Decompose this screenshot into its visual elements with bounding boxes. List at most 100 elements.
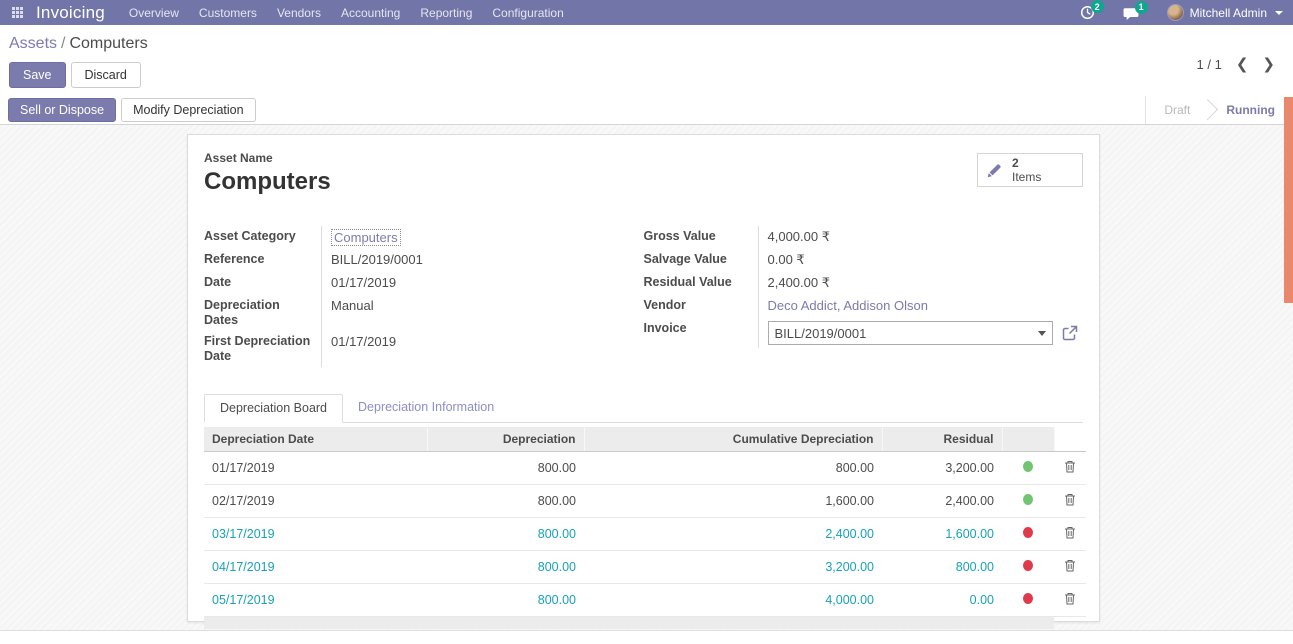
pager: 1 / 1 ❮ ❯ [1197,57,1275,72]
statusbar: Draft Running [1145,96,1293,124]
col-depreciation[interactable]: Depreciation [427,427,584,452]
date-label: Date [204,272,322,295]
messages-button[interactable]: 1 [1123,6,1139,20]
activities-badge: 2 [1091,0,1104,13]
trash-icon [1064,559,1076,572]
draft-state-dot [1023,560,1033,571]
top-navbar: Invoicing Overview Customers Vendors Acc… [0,0,1293,25]
notebook-tabs: Depreciation Board Depreciation Informat… [204,394,1083,423]
trash-icon [1064,493,1076,506]
depreciation-dates-label: Depreciation Dates [204,295,322,331]
first-depreciation-date-label: First Depreciation Date [204,331,322,367]
user-menu[interactable]: Mitchell Admin [1167,4,1283,21]
breadcrumb: Assets/Computers [9,35,1283,53]
date-field[interactable]: 01/17/2019 [322,272,396,295]
reference-label: Reference [204,249,322,272]
sell-or-dispose-button[interactable]: Sell or Dispose [8,98,116,122]
menu-overview[interactable]: Overview [119,0,189,25]
table-row[interactable]: 03/17/2019 800.00 2,400.00 1,600.00 [204,518,1086,551]
invoice-select[interactable]: BILL/2019/0001 [768,321,1053,345]
right-field-group: Gross Value 4,000.00 ₹ Salvage Value 0.0… [644,226,1084,367]
discard-button[interactable]: Discard [71,62,141,88]
breadcrumb-assets[interactable]: Assets [9,35,57,52]
table-footer [204,617,1086,629]
user-name: Mitchell Admin [1190,6,1267,20]
col-depreciation-date[interactable]: Depreciation Date [204,427,427,452]
top-menu: Overview Customers Vendors Accounting Re… [119,0,574,25]
depreciation-dates-field[interactable]: Manual [322,295,374,331]
trash-icon [1064,460,1076,473]
depreciation-board-table: Depreciation Date Depreciation Cumulativ… [204,427,1086,629]
asset-name-block: Asset Name Computers [204,151,331,196]
messages-badge: 1 [1135,1,1148,14]
page-footer [0,631,1293,644]
pager-prev-button[interactable]: ❮ [1236,58,1249,71]
first-depreciation-date-field[interactable]: 01/17/2019 [322,331,396,367]
grid-icon [12,7,23,18]
salvage-value-field[interactable]: 0.00 ₹ [759,249,805,272]
col-residual[interactable]: Residual [882,427,1002,452]
posted-state-dot [1023,494,1033,505]
table-row[interactable]: 02/17/2019 800.00 1,600.00 2,400.00 [204,485,1086,518]
scrollbar-thumb[interactable] [1284,97,1293,303]
chevron-down-icon [1275,11,1283,15]
reference-field[interactable]: BILL/2019/0001 [322,249,423,272]
items-count: 2 [1012,157,1041,169]
gross-value-field[interactable]: 4,000.00 ₹ [759,226,831,249]
col-actions [1054,427,1086,452]
table-row[interactable]: 01/17/2019 800.00 800.00 3,200.00 [204,452,1086,485]
invoice-label: Invoice [644,318,759,348]
items-label: Items [1012,171,1041,183]
user-avatar [1167,4,1184,21]
breadcrumb-current: Computers [69,35,147,52]
table-row[interactable]: 05/17/2019 800.00 4,000.00 0.00 [204,584,1086,617]
asset-form-sheet: Asset Name Computers 2 Items Asset Categ… [187,134,1100,622]
salvage-value-label: Salvage Value [644,249,759,272]
control-panel: Assets/Computers Save Discard 1 / 1 ❮ ❯ [0,25,1293,96]
table-header-row: Depreciation Date Depreciation Cumulativ… [204,427,1086,452]
external-link-icon[interactable] [1062,325,1078,341]
left-field-group: Asset Category Computers Reference BILL/… [204,226,644,367]
delete-row-button[interactable] [1064,460,1076,476]
asset-category-label: Asset Category [204,226,322,249]
residual-value-field[interactable]: 2,400.00 ₹ [759,272,831,295]
asset-category-field[interactable]: Computers [331,229,401,246]
items-stat-button[interactable]: 2 Items [977,153,1083,187]
delete-row-button[interactable] [1064,493,1076,509]
draft-state-dot [1023,527,1033,538]
modify-depreciation-button[interactable]: Modify Depreciation [121,98,255,122]
pager-next-button[interactable]: ❯ [1262,58,1275,71]
vendor-field[interactable]: Deco Addict, Addison Olson [768,298,928,313]
vendor-label: Vendor [644,295,759,318]
activities-button[interactable]: 2 [1080,5,1095,20]
asset-name-label: Asset Name [204,151,331,165]
draft-state-dot [1023,593,1033,604]
apps-menu-icon[interactable] [0,0,34,25]
tab-depreciation-board[interactable]: Depreciation Board [204,394,343,423]
asset-name-value[interactable]: Computers [204,168,331,196]
delete-row-button[interactable] [1064,526,1076,542]
delete-row-button[interactable] [1064,559,1076,575]
trash-icon [1064,592,1076,605]
col-cumulative-depreciation[interactable]: Cumulative Depreciation [584,427,882,452]
table-row[interactable]: 04/17/2019 800.00 3,200.00 800.00 [204,551,1086,584]
menu-reporting[interactable]: Reporting [410,0,482,25]
status-running[interactable]: Running [1208,96,1293,124]
content-area: Asset Name Computers 2 Items Asset Categ… [0,125,1293,631]
breadcrumb-separator: / [57,35,69,52]
trash-icon [1064,526,1076,539]
menu-accounting[interactable]: Accounting [331,0,410,25]
menu-vendors[interactable]: Vendors [267,0,331,25]
residual-value-label: Residual Value [644,272,759,295]
menu-configuration[interactable]: Configuration [482,0,573,25]
menu-customers[interactable]: Customers [189,0,267,25]
pager-value: 1 / 1 [1197,57,1222,72]
navbar-right: 2 1 Mitchell Admin [1066,0,1293,25]
tab-depreciation-information[interactable]: Depreciation Information [343,394,509,422]
status-draft[interactable]: Draft [1146,96,1208,124]
save-button[interactable]: Save [9,62,66,88]
delete-row-button[interactable] [1064,592,1076,608]
app-title[interactable]: Invoicing [34,3,119,23]
chevron-down-icon [1038,331,1046,336]
action-bar: Sell or Dispose Modify Depreciation Draf… [0,96,1293,125]
